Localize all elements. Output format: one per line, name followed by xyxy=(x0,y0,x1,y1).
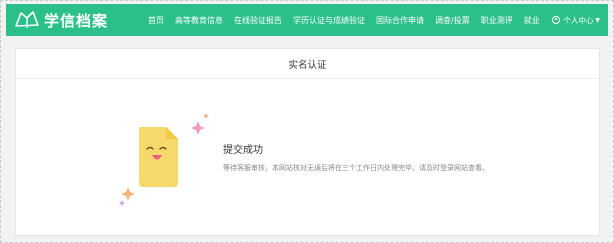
success-document-illustration xyxy=(119,113,209,206)
user-center-label: 个人中心 xyxy=(563,15,594,25)
success-description: 等待客服审核，本网站核对无误后将在三个工作日内处理完毕，请及时登录网站查看。 xyxy=(223,164,489,172)
user-icon xyxy=(552,16,561,24)
user-center-menu[interactable]: 个人中心 ▼ xyxy=(552,15,600,26)
top-nav-bar: 学信档案 首页 高等教育信息 在线验证报告 学历认证与成绩验证 国际合作申请 调… xyxy=(6,4,608,36)
nav-item-survey[interactable]: 调查/投票 xyxy=(435,15,470,26)
main-nav: 首页 高等教育信息 在线验证报告 学历认证与成绩验证 国际合作申请 调查/投票 … xyxy=(148,15,551,26)
logo-text: 学信档案 xyxy=(44,11,109,30)
verification-card: 实名认证 提交成功 等待客服审核，本网站核对无误后将在三个工作日内处理完毕，请及… xyxy=(15,48,600,236)
success-title: 提交成功 xyxy=(223,145,263,156)
nav-item-international[interactable]: 国际合作申请 xyxy=(376,15,424,26)
chevron-down-icon: ▼ xyxy=(595,16,600,24)
nav-item-degree-verification[interactable]: 学历认证与成绩验证 xyxy=(293,15,365,26)
book-logo-icon xyxy=(15,11,39,28)
nav-item-employment[interactable]: 就业 xyxy=(524,15,540,26)
sparkle-icon xyxy=(191,121,205,135)
nav-item-higher-education[interactable]: 高等教育信息 xyxy=(175,15,223,26)
nav-item-online-report[interactable]: 在线验证报告 xyxy=(234,15,282,26)
page-title: 实名认证 xyxy=(16,49,599,79)
nav-item-career-test[interactable]: 职业测评 xyxy=(481,15,513,26)
nav-item-home[interactable]: 首页 xyxy=(148,15,164,26)
site-logo[interactable]: 学信档案 xyxy=(14,10,132,31)
